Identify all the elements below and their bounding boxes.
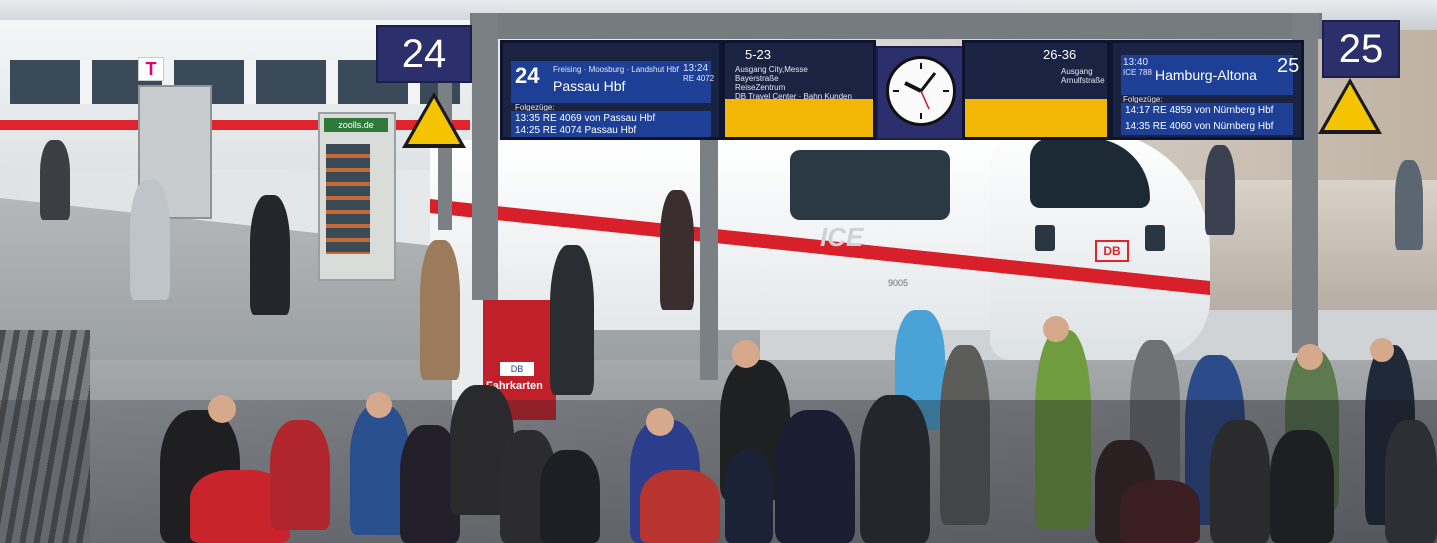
person <box>1385 420 1437 543</box>
board-left-time: 13:24 <box>683 63 709 74</box>
warning-sign-left-icon <box>402 92 466 148</box>
person <box>540 450 600 543</box>
head <box>1043 316 1069 342</box>
direction-info-right-2: Arnulfstraße <box>1061 76 1105 85</box>
departure-board-left: 24 Freising · Moosburg · Landshut Hbf 13… <box>500 40 722 140</box>
telekom-logo: T <box>138 57 164 81</box>
ice-logo: ICE <box>820 222 864 252</box>
person <box>40 140 70 220</box>
ice-side-window <box>790 150 950 220</box>
clock-icon <box>886 56 956 126</box>
board-left-destination: Passau Hbf <box>553 78 626 94</box>
vending-machine: zoolls.de <box>318 112 396 281</box>
train-number: 9005 <box>888 278 909 288</box>
head <box>1297 344 1323 370</box>
head <box>366 392 392 418</box>
departure-board-right: 13:40 ICE 788 Hamburg-Altona 25 Folgezüg… <box>1110 40 1304 140</box>
direction-info-3: ReiseZentrum <box>735 83 786 92</box>
direction-board-left: 5-23 Ausgang City,Messe Bayerstraße Reis… <box>722 40 876 140</box>
person <box>860 395 930 543</box>
station-photo: T zoolls.de ICE DB 9005 24 25 24 Freisin… <box>0 0 1437 543</box>
platform-number-24: 24 <box>376 25 472 83</box>
board-right-destination: Hamburg-Altona <box>1155 67 1257 83</box>
sign-pillar-mid <box>700 140 718 380</box>
platform-number-25: 25 <box>1322 20 1400 78</box>
board-right-time: 13:40 <box>1123 57 1149 68</box>
headlight-left <box>1035 225 1055 251</box>
headlight-right <box>1145 225 1165 251</box>
train-red-stripe <box>0 120 470 130</box>
direction-info-1: Ausgang City,Messe <box>735 65 808 74</box>
person <box>725 450 773 543</box>
board-left-via: Freising · Moosburg · Landshut Hbf <box>553 65 679 74</box>
person <box>270 420 330 530</box>
person <box>1205 145 1235 235</box>
sector-range-right: 26-36 <box>1043 47 1077 62</box>
kiosk-db-logo: DB <box>500 362 534 376</box>
sector-range-left: 5-23 <box>745 47 772 62</box>
board-left-train: RE 4072 <box>683 74 715 83</box>
board-left-track: 24 <box>515 63 540 88</box>
person <box>775 410 855 543</box>
direction-board-right: 26-36 Ausgang Arnulfstraße <box>962 40 1110 140</box>
person <box>130 180 170 300</box>
person <box>1120 480 1200 543</box>
warning-sign-right-icon <box>1318 78 1382 134</box>
head <box>646 408 674 436</box>
board-right-train: ICE 788 <box>1123 68 1152 77</box>
sign-pillar-left <box>472 13 498 303</box>
person <box>420 240 460 380</box>
vending-glass <box>326 144 370 254</box>
board-right-follow-2: 14:35 RE 4060 von Nürnberg Hbf <box>1121 119 1293 135</box>
board-left-follow-2: 14:25 RE 4074 Passau Hbf <box>511 125 711 137</box>
direction-yellow-right <box>965 99 1107 137</box>
person <box>1270 430 1334 543</box>
person <box>1210 420 1270 543</box>
head <box>1370 338 1394 362</box>
board-right-follow-1: 14:17 RE 4859 von Nürnberg Hbf <box>1121 103 1293 119</box>
db-logo: DB <box>1095 240 1129 262</box>
board-right-track: 25 <box>1277 55 1300 77</box>
station-clock-frame <box>876 46 964 140</box>
person <box>550 245 594 395</box>
direction-info-right-1: Ausgang <box>1061 67 1093 76</box>
head <box>732 340 760 368</box>
person <box>1395 160 1423 250</box>
person <box>250 195 290 315</box>
person <box>660 190 694 310</box>
sign-beam <box>470 13 1322 39</box>
direction-info-2: Bayerstraße <box>735 74 779 83</box>
direction-yellow-left <box>725 99 873 137</box>
head <box>208 395 236 423</box>
person <box>640 470 720 543</box>
vending-label: zoolls.de <box>324 118 388 132</box>
